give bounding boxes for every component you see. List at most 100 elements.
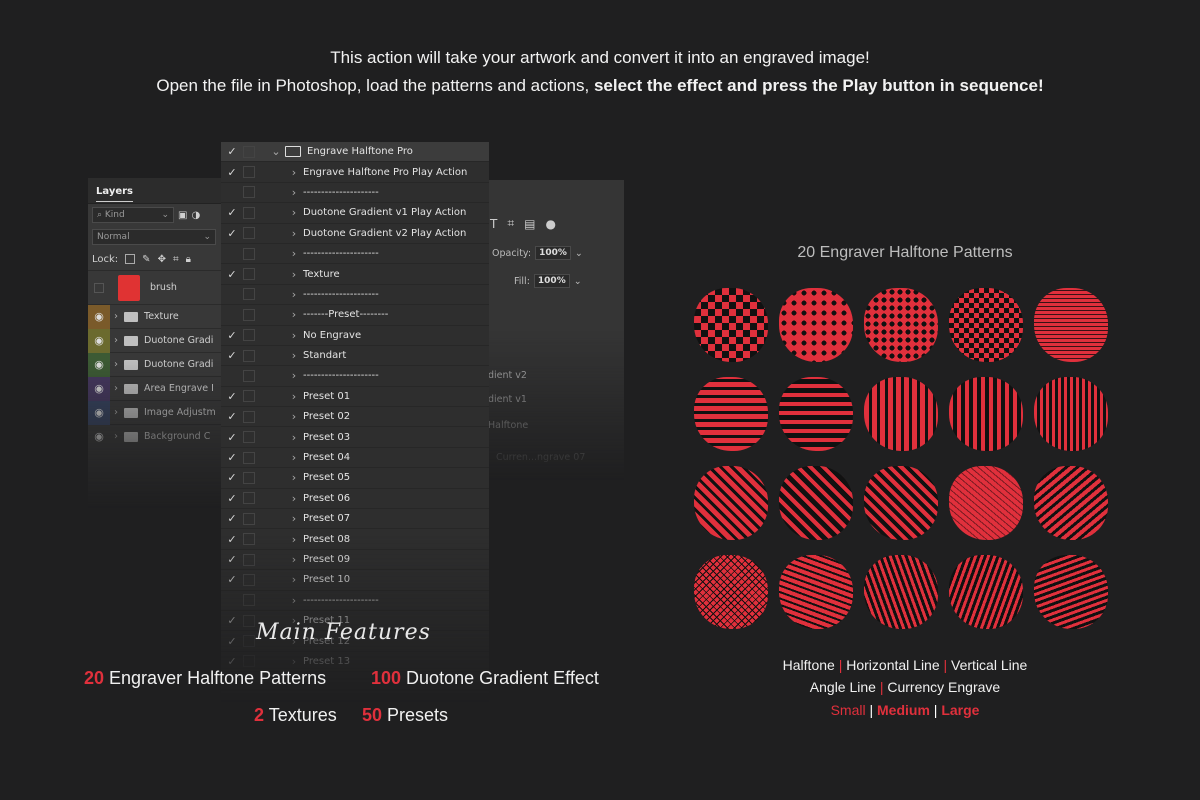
chevron-right-icon[interactable]: › [114,311,124,322]
dialog-toggle[interactable] [243,573,255,586]
action-row[interactable]: › -------Preset-------- [221,305,489,326]
smart-object-icon[interactable]: ▤ [524,217,535,231]
fill-field[interactable]: 100% [533,274,570,288]
eye-icon[interactable]: ◉ [88,352,110,377]
check-icon[interactable]: ✓ [221,145,243,158]
dialog-toggle[interactable] [243,553,255,566]
dialog-toggle[interactable] [243,655,255,668]
dialog-toggle[interactable] [243,492,255,505]
text-icon[interactable]: T [490,217,497,231]
chevron-right-icon[interactable]: › [114,335,124,346]
chevron-right-icon[interactable]: › [285,268,303,281]
layer-row[interactable]: ◉ › Image Adjustm [88,400,238,425]
dialog-toggle[interactable] [243,349,255,362]
check-icon[interactable]: ✓ [221,492,243,505]
layer-row[interactable]: ◉ › Background C [88,424,238,449]
action-row[interactable]: ✓ › Preset 05 [221,468,489,489]
check-icon[interactable]: ✓ [221,553,243,566]
adjustment-filter-icon[interactable]: ◑ [191,210,200,221]
action-row[interactable]: › --------------------- [221,183,489,204]
eye-icon[interactable]: ◉ [88,304,110,329]
dialog-toggle[interactable] [243,614,255,627]
action-row[interactable]: ✓ › Preset 02 [221,407,489,428]
action-row[interactable]: ✓ › Preset 03 [221,427,489,448]
action-row[interactable]: ✓ › Preset 07 [221,509,489,530]
chevron-right-icon[interactable]: › [285,206,303,219]
check-icon[interactable]: ✓ [221,206,243,219]
visibility-toggle[interactable] [88,271,110,305]
chevron-right-icon[interactable]: › [285,186,303,199]
layer-row[interactable]: brush [88,270,238,304]
action-row[interactable]: ✓ › No Engrave [221,326,489,346]
check-icon[interactable]: ✓ [221,329,243,342]
action-row[interactable]: ✓ › Preset 08 [221,529,489,550]
dialog-toggle[interactable] [243,635,255,648]
action-row[interactable]: ✓ › Engrave Halftone Pro Play Action [221,162,489,183]
chevron-down-icon[interactable]: ⌄ [267,145,285,158]
dialog-toggle[interactable] [243,288,255,301]
action-row[interactable]: › --------------------- [221,366,489,387]
lock-transparent-icon[interactable] [125,254,136,264]
move-icon[interactable]: ✥ [158,254,166,265]
dialog-toggle[interactable] [243,512,255,525]
action-row[interactable]: ✓ › Duotone Gradient v1 Play Action [221,203,489,224]
chevron-right-icon[interactable]: › [285,329,303,342]
pin-icon[interactable]: ● [545,217,555,231]
check-icon[interactable]: ✓ [221,573,243,586]
layer-row[interactable]: ◉ › Duotone Gradi [88,352,238,377]
check-icon[interactable]: ✓ [221,533,243,546]
chevron-right-icon[interactable]: › [285,166,303,179]
action-row[interactable]: ✓ › Preset 09 [221,550,489,571]
dialog-toggle[interactable] [243,308,255,321]
eye-icon[interactable]: ◉ [88,376,110,401]
dialog-toggle[interactable] [243,410,255,423]
dialog-toggle[interactable] [243,431,255,444]
chevron-right-icon[interactable]: › [285,655,303,668]
chevron-right-icon[interactable]: › [285,288,303,301]
layer-row[interactable]: ◉ › Area Engrave I [88,376,238,401]
action-row[interactable]: ✓ › Duotone Gradient v2 Play Action [221,224,489,244]
chevron-right-icon[interactable]: › [285,390,303,403]
dialog-toggle[interactable] [243,329,255,342]
check-icon[interactable]: ✓ [221,635,243,648]
chevron-right-icon[interactable]: › [285,410,303,423]
chevron-right-icon[interactable]: › [114,359,124,370]
opacity-field[interactable]: 100% [535,246,571,260]
chevron-right-icon[interactable]: › [285,227,303,240]
image-filter-icon[interactable]: ▣ [178,210,187,221]
check-icon[interactable]: ✓ [221,166,243,179]
dialog-toggle[interactable] [243,533,255,546]
dialog-toggle[interactable] [243,166,255,179]
check-icon[interactable]: ✓ [221,451,243,464]
chevron-right-icon[interactable]: › [285,431,303,444]
transform-icon[interactable]: ⌗ [507,216,514,231]
chevron-right-icon[interactable]: › [285,247,303,260]
lock-icon[interactable]: 🔒︎ [186,254,191,265]
chevron-right-icon[interactable]: › [285,369,303,382]
action-row[interactable]: ✓ › Preset 04 [221,448,489,469]
layer-row[interactable]: ◉ › Duotone Gradi [88,328,238,353]
check-icon[interactable]: ✓ [221,512,243,525]
check-icon[interactable]: ✓ [221,227,243,240]
check-icon[interactable]: ✓ [221,349,243,362]
kind-filter-select[interactable]: ⌕ Kind ⌄ [92,207,174,223]
dialog-toggle[interactable] [243,247,255,260]
check-icon[interactable]: ✓ [221,410,243,423]
chevron-right-icon[interactable]: › [285,492,303,505]
action-row[interactable]: › --------------------- [221,285,489,306]
chevron-right-icon[interactable]: › [285,308,303,321]
check-icon[interactable]: ✓ [221,655,243,668]
chevron-right-icon[interactable]: › [285,594,303,607]
chevron-right-icon[interactable]: › [285,553,303,566]
chevron-right-icon[interactable]: › [285,451,303,464]
action-row[interactable]: ✓ › Standart [221,346,489,367]
action-row[interactable]: ✓ › Preset 06 [221,489,489,510]
eye-icon[interactable]: ◉ [88,328,110,353]
dialog-toggle[interactable] [243,594,255,607]
check-icon[interactable]: ✓ [221,614,243,627]
action-row[interactable]: ✓ › Preset 01 [221,387,489,408]
dialog-toggle[interactable] [243,206,255,219]
chevron-right-icon[interactable]: › [285,512,303,525]
dialog-toggle[interactable] [243,145,255,158]
check-icon[interactable]: ✓ [221,471,243,484]
